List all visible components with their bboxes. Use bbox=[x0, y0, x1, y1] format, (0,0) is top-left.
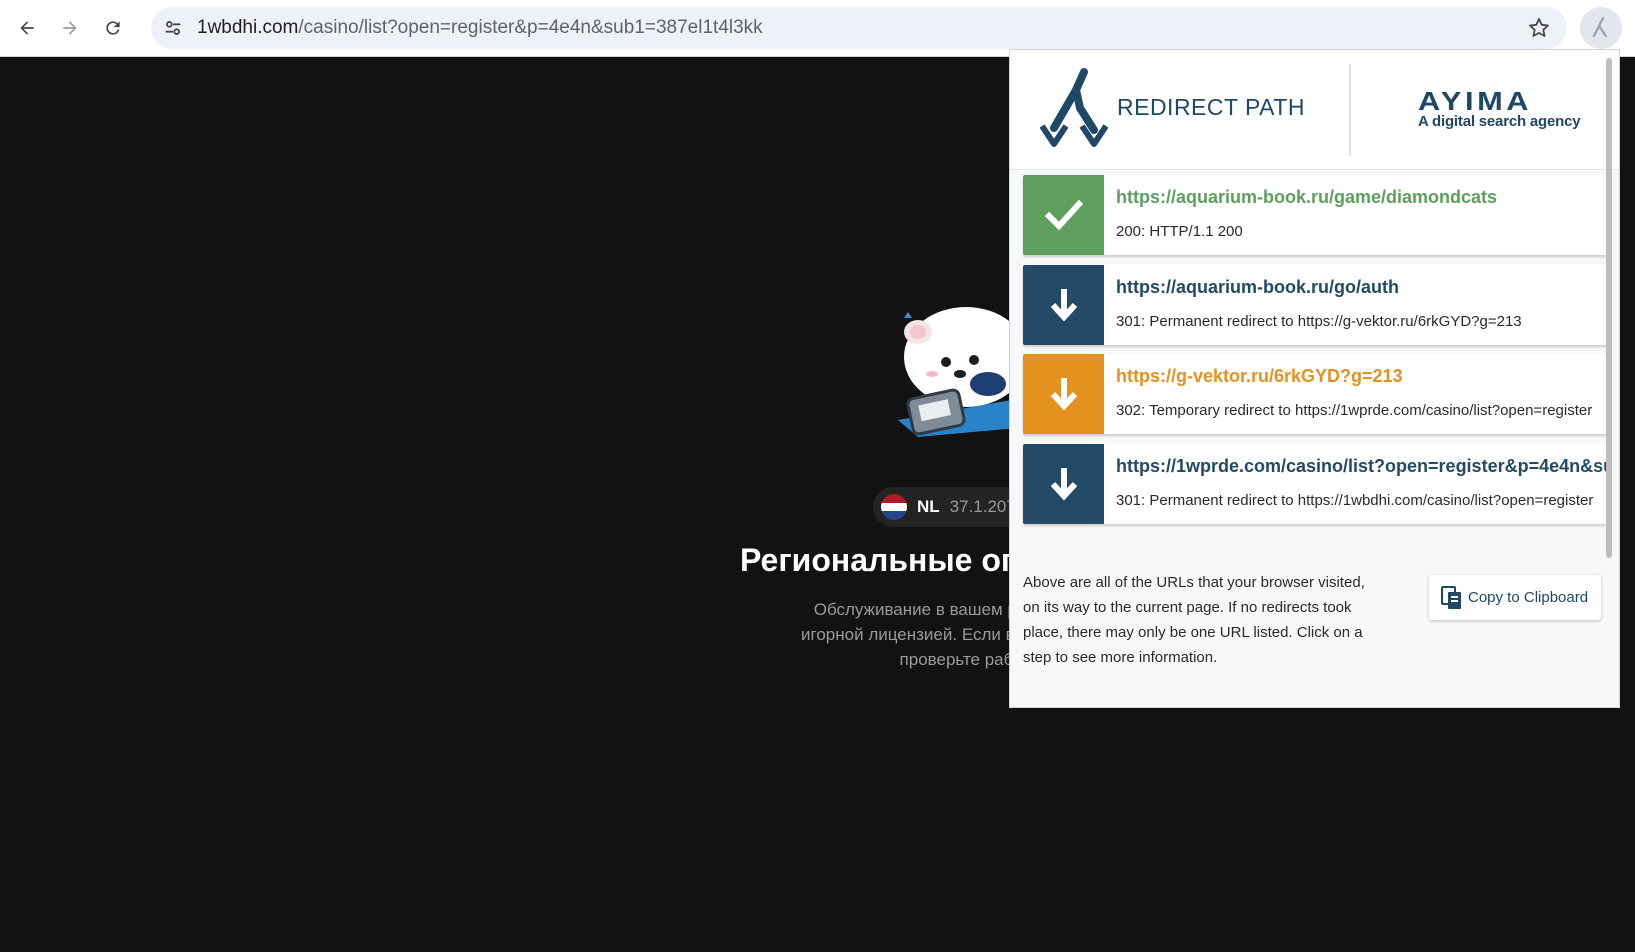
check-icon bbox=[1044, 199, 1083, 231]
redirect-path-title: REDIRECT PATH bbox=[1117, 94, 1305, 120]
arrow-down-icon bbox=[1050, 468, 1077, 501]
popup-header: REDIRECT PATH AYIMA A digital search age… bbox=[1010, 50, 1619, 170]
step-status-tile bbox=[1023, 444, 1104, 524]
url-path: /casino/list?open=register&p=4e4n&sub1=3… bbox=[298, 17, 763, 38]
redirect-path-popup: REDIRECT PATH AYIMA A digital search age… bbox=[1009, 49, 1620, 708]
redirect-path-logo-icon bbox=[1040, 68, 1108, 147]
step-status-tile bbox=[1023, 175, 1104, 255]
arrow-down-icon bbox=[1050, 289, 1077, 322]
info-line: place, there may only be one URL listed.… bbox=[1023, 624, 1363, 641]
bookmark-star-icon[interactable] bbox=[1527, 16, 1551, 40]
ip-country: NL bbox=[917, 497, 940, 516]
step-url[interactable]: https://1wprde.com/casino/list?open=regi… bbox=[1116, 456, 1607, 477]
step-status: 200: HTTP/1.1 200 bbox=[1116, 223, 1243, 240]
step-url[interactable]: https://aquarium-book.ru/game/diamondcat… bbox=[1116, 187, 1497, 208]
arrow-right-icon bbox=[63, 21, 77, 35]
step-status: 302: Temporary redirect to https://1wprd… bbox=[1116, 402, 1593, 419]
header-divider bbox=[1349, 64, 1351, 156]
url-host: 1wbdhi.com bbox=[197, 17, 299, 38]
info-line: step to see more information. bbox=[1023, 649, 1218, 666]
clipboard-icon bbox=[1441, 585, 1461, 609]
address-bar[interactable]: 1wbdhi.com/casino/list?open=register&p=4… bbox=[151, 7, 1567, 49]
reload-button[interactable] bbox=[98, 13, 128, 43]
step-url[interactable]: https://g-vektor.ru/6rkGYD?g=213 bbox=[1116, 366, 1403, 387]
site-settings-icon[interactable] bbox=[162, 17, 184, 39]
redirect-step[interactable]: https://aquarium-book.ru/game/diamondcat… bbox=[1023, 175, 1607, 255]
ayima-logo: AYIMA bbox=[1418, 88, 1532, 114]
step-status-tile bbox=[1023, 265, 1104, 345]
page-heading: Региональные ог bbox=[740, 542, 1015, 578]
copy-to-clipboard-button[interactable]: Copy to Clipboard bbox=[1429, 575, 1601, 620]
info-line: Above are all of the URLs that your brow… bbox=[1023, 574, 1365, 591]
step-status-tile bbox=[1023, 354, 1104, 434]
back-button[interactable] bbox=[12, 13, 42, 43]
redirect-path-icon bbox=[1592, 16, 1608, 38]
redirect-step[interactable]: https://g-vektor.ru/6rkGYD?g=213 302: Te… bbox=[1023, 354, 1607, 434]
popup-scrollbar[interactable] bbox=[1606, 58, 1612, 558]
redirect-path-extension-button[interactable] bbox=[1580, 7, 1622, 49]
ayima-logo-text: AYIMA bbox=[1418, 88, 1532, 114]
arrow-left-icon bbox=[20, 21, 34, 35]
arrow-down-icon bbox=[1050, 378, 1077, 411]
url-text: 1wbdhi.com/casino/list?open=register&p=4… bbox=[197, 7, 763, 49]
redirect-step[interactable]: https://1wprde.com/casino/list?open=regi… bbox=[1023, 444, 1607, 524]
step-url[interactable]: https://aquarium-book.ru/go/auth bbox=[1116, 277, 1399, 298]
mascot-illustration bbox=[898, 307, 1028, 437]
info-line: on its way to the current page. If no re… bbox=[1023, 599, 1352, 616]
forward-button[interactable] bbox=[55, 13, 85, 43]
info-text: Above are all of the URLs that your brow… bbox=[1023, 570, 1365, 670]
copy-to-clipboard-label: Copy to Clipboard bbox=[1468, 589, 1589, 606]
netherlands-flag-icon bbox=[881, 494, 907, 520]
redirect-step[interactable]: https://aquarium-book.ru/go/auth 301: Pe… bbox=[1023, 265, 1607, 345]
ayima-tagline: A digital search agency bbox=[1418, 113, 1581, 130]
step-status: 301: Permanent redirect to https://1wbdh… bbox=[1116, 492, 1594, 509]
reload-icon bbox=[106, 21, 120, 35]
step-status: 301: Permanent redirect to https://g-vek… bbox=[1116, 313, 1522, 330]
